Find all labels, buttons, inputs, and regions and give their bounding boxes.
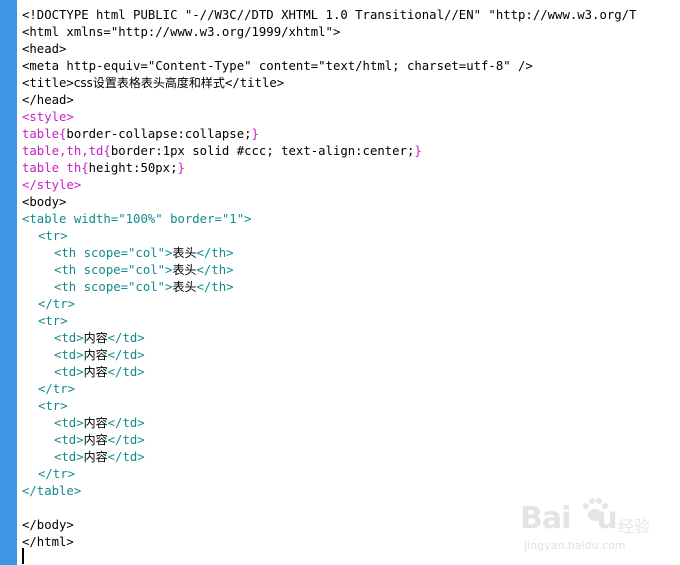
code-line: <td>内容</td>	[22, 347, 145, 364]
paw-icon	[583, 498, 608, 521]
code-token: <title>	[22, 76, 74, 90]
code-token: <tr>	[38, 229, 68, 243]
code-text-cjk: 内容	[83, 331, 108, 345]
code-token: table,th,td{	[22, 144, 111, 158]
code-token: <td>	[54, 416, 84, 430]
code-line: <td>内容</td>	[22, 330, 145, 347]
code-line: table,th,td{border:1px solid #ccc; text-…	[22, 143, 422, 160]
code-editor[interactable]: <!DOCTYPE html PUBLIC "-//W3C//DTD XHTML…	[17, 0, 680, 565]
code-token: <tr>	[38, 314, 68, 328]
code-line: <html xmlns="http://www.w3.org/1999/xhtm…	[22, 24, 340, 41]
code-token: </td>	[107, 433, 145, 447]
code-token: table th{	[22, 161, 89, 175]
code-token: <meta http-equiv="Content-Type" content=…	[22, 59, 533, 73]
code-text-cjk: css设置表格表头高度和样式	[73, 76, 225, 90]
code-token: </title>	[224, 76, 285, 90]
code-token: <!DOCTYPE html PUBLIC "-//W3C//DTD XHTML…	[22, 8, 637, 22]
code-line: </body>	[22, 517, 74, 534]
code-token: </table>	[22, 484, 82, 498]
code-line: <tr>	[22, 313, 68, 330]
code-line: <!DOCTYPE html PUBLIC "-//W3C//DTD XHTML…	[22, 7, 636, 24]
code-token: border-collapse:collapse;	[66, 127, 252, 141]
code-token: </tr>	[38, 467, 76, 481]
code-token: </tr>	[38, 297, 76, 311]
code-token: <td>	[54, 433, 84, 447]
code-line: </html>	[22, 534, 74, 551]
code-line: <td>内容</td>	[22, 432, 145, 449]
code-line: <th scope="col">表头</th>	[22, 262, 234, 279]
code-token: </th>	[196, 280, 234, 294]
code-line: <th scope="col">表头</th>	[22, 245, 234, 262]
watermark-site: jingyan.baidu.com	[524, 539, 626, 552]
code-token: <body>	[22, 195, 67, 209]
code-line: </tr>	[22, 381, 75, 398]
code-token: border:1px solid #ccc; text-align:center…	[110, 144, 415, 158]
code-token: <head>	[22, 42, 67, 56]
code-token: <tr>	[38, 399, 68, 413]
code-text-cjk: 表头	[172, 280, 197, 294]
editor-gutter	[0, 0, 17, 565]
code-token: }	[414, 144, 422, 158]
code-line: </head>	[22, 92, 74, 109]
code-token: <td>	[54, 331, 84, 345]
code-line: <title>css设置表格表头高度和样式</title>	[22, 75, 284, 92]
code-text-cjk: 表头	[172, 246, 197, 260]
code-token: </html>	[22, 535, 74, 549]
baidu-watermark: Bai u 经验 jingyan.baidu.com	[520, 498, 670, 557]
code-line: table th{height:50px;}	[22, 160, 185, 177]
watermark-text: 经验	[618, 517, 651, 536]
code-line: <td>内容</td>	[22, 364, 145, 381]
code-token: <td>	[54, 365, 84, 379]
code-token: </body>	[22, 518, 74, 532]
code-token: </td>	[107, 416, 145, 430]
code-token: </th>	[196, 246, 234, 260]
code-line: table{border-collapse:collapse;}	[22, 126, 259, 143]
code-token: </td>	[107, 348, 145, 362]
code-token: table{	[22, 127, 67, 141]
code-line: <td>内容</td>	[22, 415, 145, 432]
code-token: <style>	[22, 110, 74, 124]
code-line: <tr>	[22, 398, 68, 415]
code-line: </tr>	[22, 296, 75, 313]
code-text-cjk: 内容	[83, 348, 108, 362]
code-token: </head>	[22, 93, 74, 107]
text-caret	[22, 548, 24, 564]
code-token: </td>	[107, 331, 145, 345]
code-token: <td>	[54, 450, 84, 464]
code-token: </td>	[107, 450, 145, 464]
code-token: <html xmlns="http://www.w3.org/1999/xhtm…	[22, 25, 341, 39]
code-line: </table>	[22, 483, 81, 500]
code-text-cjk: 内容	[83, 365, 108, 379]
code-token: <table width="100%" border="1">	[22, 212, 252, 226]
code-token: <th scope="col">	[54, 246, 173, 260]
code-token: <td>	[54, 348, 84, 362]
code-token: </td>	[107, 365, 145, 379]
code-line: <td>内容</td>	[22, 449, 145, 466]
code-token: }	[177, 161, 185, 175]
code-token: </tr>	[38, 382, 76, 396]
code-token: }	[251, 127, 259, 141]
code-line: <style>	[22, 109, 74, 126]
code-line: <head>	[22, 41, 66, 58]
code-token: <th scope="col">	[54, 280, 173, 294]
code-token: </style>	[22, 178, 82, 192]
code-token: height:50px;	[88, 161, 178, 175]
code-token: </th>	[196, 263, 234, 277]
code-line: </tr>	[22, 466, 75, 483]
code-line: <tr>	[22, 228, 68, 245]
code-token: <th scope="col">	[54, 263, 173, 277]
code-text-cjk: 表头	[172, 263, 197, 277]
code-text-cjk: 内容	[83, 416, 108, 430]
code-text-cjk: 内容	[83, 433, 108, 447]
code-line: <th scope="col">表头</th>	[22, 279, 234, 296]
code-line: <body>	[22, 194, 66, 211]
code-line: <table width="100%" border="1">	[22, 211, 252, 228]
code-line: </style>	[22, 177, 81, 194]
code-line: <meta http-equiv="Content-Type" content=…	[22, 58, 533, 75]
code-text-cjk: 内容	[83, 450, 108, 464]
